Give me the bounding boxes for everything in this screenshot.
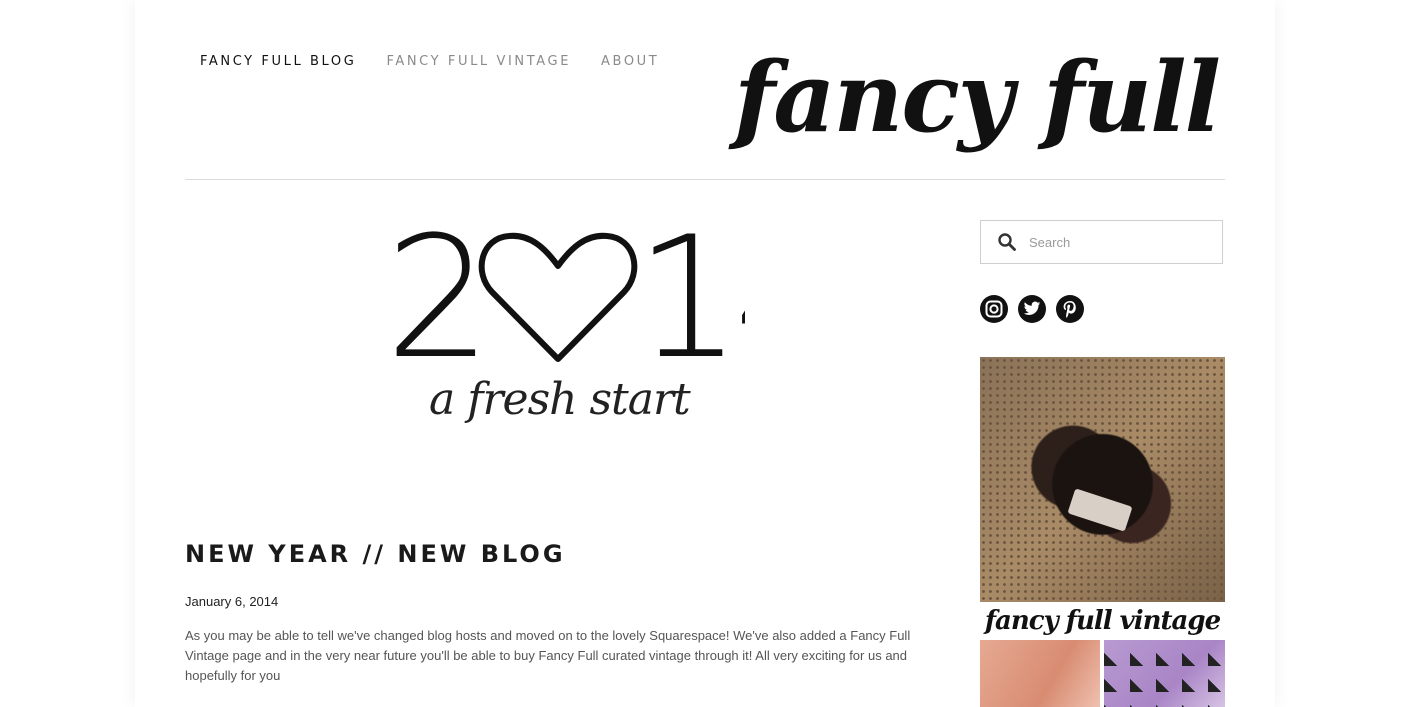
hero-year-left: 2 [385,222,492,372]
post-excerpt: As you may be able to tell we've changed… [185,628,911,683]
hero-year-right: 14 [635,222,745,372]
twitter-icon[interactable] [1018,295,1046,323]
social-links [980,295,1084,323]
header-divider [185,179,1225,180]
page-container: FANCY FULL BLOG FANCY FULL VINTAGE ABOUT… [135,0,1275,707]
nav-item-about[interactable]: ABOUT [601,54,659,69]
search-icon [998,233,1016,251]
promo-thumb-sweater [1104,640,1225,707]
promo-photo [980,357,1225,602]
vintage-promo-banner[interactable]: fancy full vintage [980,357,1225,707]
heart-icon [478,232,638,362]
hero-subtitle: a fresh start [429,374,691,425]
post-date: January 6, 2014 [185,594,279,609]
main-nav: FANCY FULL BLOG FANCY FULL VINTAGE ABOUT [200,54,689,69]
promo-thumb-blazer [980,640,1100,707]
nav-item-fancy-full-blog[interactable]: FANCY FULL BLOG [200,54,356,69]
promo-thumbnails [980,640,1225,707]
hero-2014-graphic: 2 14 [385,222,745,372]
pinterest-icon[interactable] [1056,295,1084,323]
search-box[interactable] [980,220,1223,264]
site-logo[interactable]: fancy full [734,28,1221,168]
instagram-icon[interactable] [980,295,1008,323]
post-title[interactable]: NEW YEAR // NEW BLOG [185,540,566,568]
promo-label: fancy full vintage [980,602,1225,640]
search-input[interactable] [1027,233,1211,251]
nav-item-fancy-full-vintage[interactable]: FANCY FULL VINTAGE [386,54,571,69]
hero-image: 2 14 a fresh start [385,222,745,452]
